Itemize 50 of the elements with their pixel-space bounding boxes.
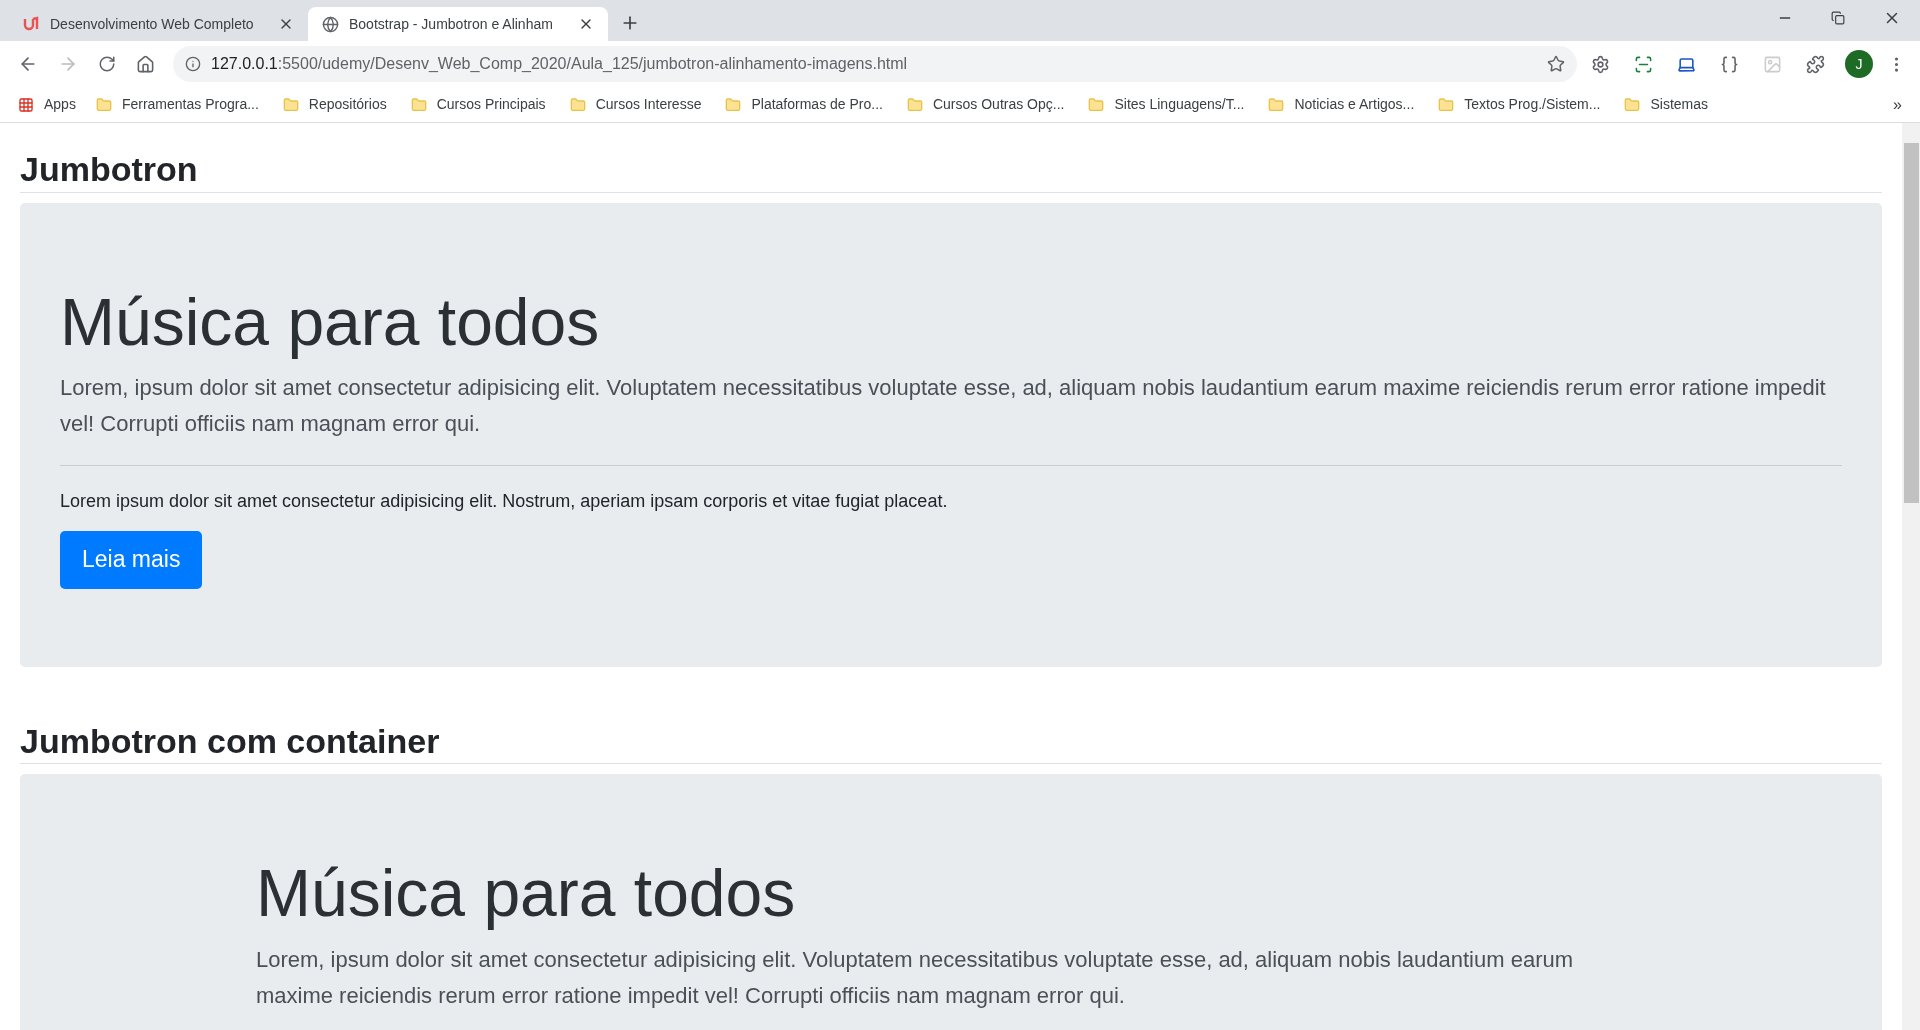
paragraph: Lorem ipsum dolor sit amet consectetur adipisicing elit. Nostrum, aperiam ipsam corporis et vitae fugiat placeat. — [60, 489, 949, 513]
folder-icon — [1624, 96, 1641, 113]
folder-icon — [906, 96, 923, 113]
tab-title: Desenvolvimento Web Completo — [50, 14, 255, 34]
logo-icon — [22, 15, 40, 33]
bookmark[interactable]: Cursos Interesse — [569, 94, 702, 115]
gear-icon[interactable] — [1591, 54, 1610, 74]
folder-icon — [1268, 96, 1285, 113]
bookmark[interactable]: Apps — [18, 94, 76, 115]
section-heading: Jumbotron — [20, 149, 1882, 193]
folder-icon — [569, 96, 586, 113]
star-icon[interactable] — [1547, 55, 1565, 73]
section-heading: Jumbotron com container — [20, 720, 1882, 765]
bookmark[interactable]: Cursos Principais — [410, 94, 546, 115]
extensions-icon[interactable] — [1806, 54, 1825, 74]
screen-icon[interactable] — [1634, 54, 1653, 74]
display-heading: Música para todos — [256, 855, 797, 933]
tab-title: Bootstrap - Jumbotron e Alinham — [349, 14, 554, 34]
browser-tab[interactable]: Desenvolvimento Web Completo — [8, 7, 308, 41]
bookmark[interactable]: Textos Prog./Sistem... — [1438, 94, 1601, 115]
bookmark[interactable]: Cursos Outras Opç... — [906, 94, 1065, 115]
display-heading: Música para todos — [60, 283, 601, 361]
browser-tab[interactable]: Bootstrap - Jumbotron e Alinham — [308, 7, 608, 41]
folder-icon — [725, 96, 742, 113]
bookmark[interactable]: Sistemas — [1624, 94, 1708, 115]
address-bar[interactable]: 127.0.0.1:5500/udemy/Desenv_Web_Comp_2020/Aula_125/jumbotron-alinhamento-imagens.html — [173, 46, 1577, 82]
read-more-button[interactable]: Leia mais — [60, 530, 203, 589]
bookmark[interactable]: Repositórios — [282, 94, 387, 115]
lead-text: Lorem, ipsum dolor sit amet consectetur adipisicing elit. Voluptatem necessitatibus voluptate esse, ad, aliquam nobis laudantium earum maxime reiciendis rerum error ratione impedit vel! Corrupti officiis nam magnam error qui. — [256, 945, 1575, 1010]
info-icon — [185, 56, 201, 72]
apps-icon — [18, 96, 34, 113]
bookmark[interactable]: Sites Linguagens/T... — [1088, 94, 1245, 115]
folder-icon — [95, 96, 112, 113]
braces-icon[interactable] — [1720, 54, 1739, 74]
bookmark[interactable]: Ferramentas Progra... — [95, 94, 259, 115]
folder-icon — [282, 96, 299, 113]
bookmark[interactable]: Noticias e Artigos... — [1268, 94, 1415, 115]
profile-avatar[interactable]: J — [1845, 50, 1873, 78]
reload-icon[interactable] — [98, 55, 116, 73]
globe-icon — [322, 15, 339, 33]
lead-text: Lorem, ipsum dolor sit amet consectetur adipisicing elit. Voluptatem necessitatibus voluptate esse, ad, aliquam nobis laudantium earum maxime reiciendis rerum error ratione impedit vel! Corrupti officiis nam magnam error qui. — [60, 374, 1827, 439]
folder-icon — [410, 96, 427, 113]
url-text: 127.0.0.1:5500/udemy/Desenv_Web_Comp_2020/Aula_125/jumbotron-alinhamento-imagens.html — [211, 54, 909, 74]
more-bookmarks[interactable]: » — [1893, 92, 1902, 117]
folder-icon — [1438, 96, 1455, 113]
home-icon[interactable] — [136, 54, 155, 74]
folder-icon — [1088, 96, 1105, 113]
bookmark[interactable]: Plataformas de Pro... — [725, 94, 883, 115]
scrollbar[interactable] — [1902, 123, 1920, 1030]
restore-icon[interactable] — [1831, 11, 1845, 25]
